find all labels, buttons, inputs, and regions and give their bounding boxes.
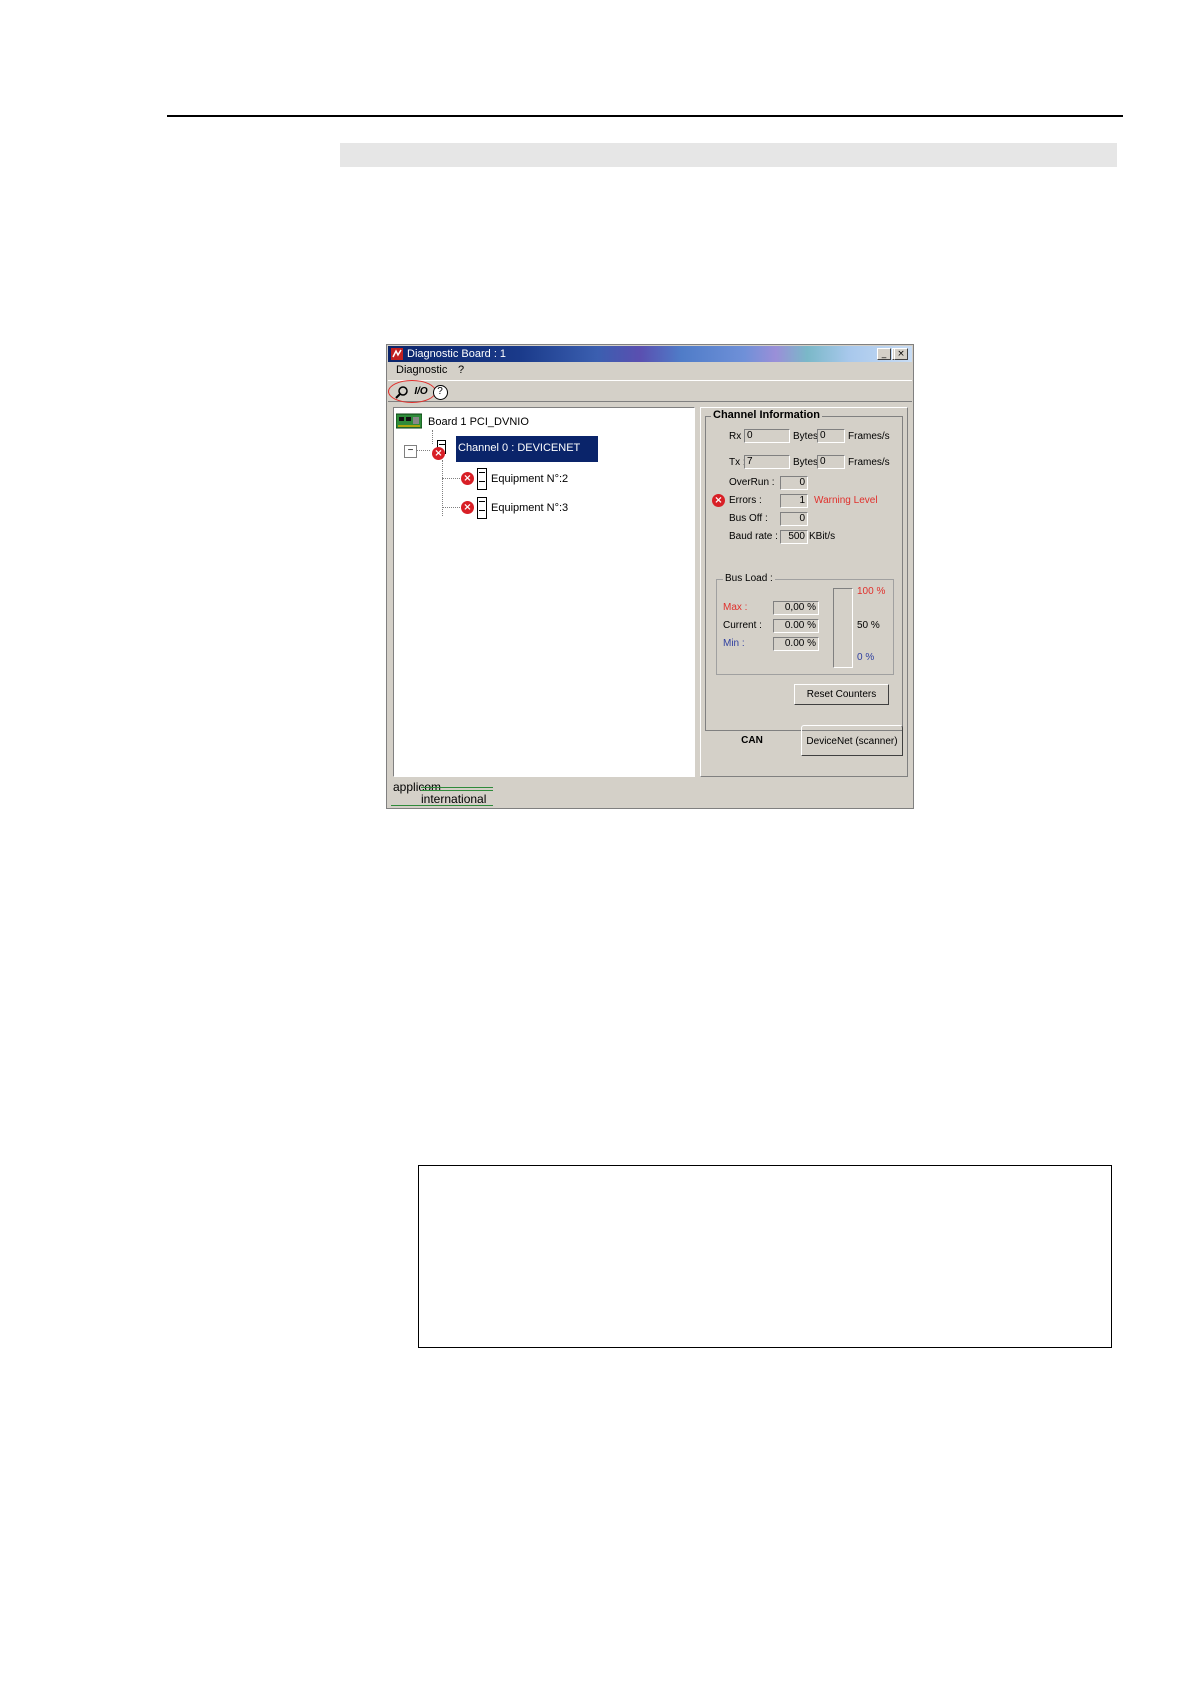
bus-off-field: 0 [780, 512, 808, 526]
logo-stripe [391, 805, 493, 806]
io-button[interactable]: I/O [412, 383, 430, 400]
baud-rate-label: Baud rate : [729, 531, 778, 542]
title-bar[interactable]: Diagnostic Board : 1 _ □ [388, 346, 912, 362]
logo-stripe [421, 790, 493, 791]
errors-field: 1 [780, 494, 808, 508]
channel-error-icon: × [432, 447, 445, 460]
menu-diagnostic[interactable]: Diagnostic [396, 364, 447, 376]
help-button[interactable]: ? [432, 383, 448, 400]
tree-equipment-3[interactable]: Equipment N°:3 [491, 502, 568, 514]
tree-connector [442, 478, 462, 479]
status-bar: applicom international [388, 781, 912, 807]
scale-bottom-label: 0 % [857, 652, 875, 663]
current-label: Current : [723, 620, 762, 631]
min-label: Min : [723, 638, 745, 649]
toolbar: I/O ? [388, 380, 912, 403]
collapse-toggle[interactable]: − [404, 445, 417, 458]
tx-frames-unit: Frames/s [848, 457, 890, 468]
tab-can[interactable]: CAN [705, 731, 799, 751]
overrun-label: OverRun : [729, 477, 775, 488]
tree-channel-label[interactable]: Channel 0 : DEVICENET [456, 436, 599, 462]
app-icon [391, 348, 403, 360]
equipment-icon [477, 497, 487, 519]
tab-devicenet-scanner[interactable]: DeviceNet (scanner) [801, 725, 903, 756]
min-field: 0.00 % [773, 637, 819, 651]
channel-panel: Channel Information Rx : 0 Bytes 0 Frame… [700, 407, 908, 777]
current-field: 0.00 % [773, 619, 819, 633]
menu-bar: Diagnostic ? [388, 363, 912, 379]
close-button[interactable]: × [894, 348, 908, 360]
note-box [418, 1165, 1112, 1348]
overrun-field: 0 [780, 476, 808, 490]
reset-counters-button[interactable]: Reset Counters [794, 684, 889, 705]
bus-off-label: Bus Off : [729, 513, 768, 524]
help-icon: ? [432, 385, 448, 400]
tree-connector [416, 450, 430, 451]
equipment-icon [477, 468, 487, 490]
max-label: Max : [723, 602, 748, 613]
bus-load-group: Bus Load : Max : 0,00 % Current : 0.00 %… [716, 573, 894, 675]
errors-label: Errors : [729, 495, 762, 506]
max-field: 0,00 % [773, 601, 819, 615]
device-tree: Board 1 PCI_DVNIO − × Channel 0 : DEVICE… [393, 407, 695, 777]
bus-load-bar [833, 588, 853, 668]
warning-level-text: Warning Level [814, 495, 878, 506]
tree-connector [442, 507, 462, 508]
rx-bytes-field: 0 [744, 429, 790, 443]
tree-equipment-2[interactable]: Equipment N°:2 [491, 473, 568, 485]
channel-information-group: Channel Information Rx : 0 Bytes 0 Frame… [705, 409, 903, 731]
page-top-rule [167, 115, 1123, 117]
scale-mid-label: 50 % [857, 620, 880, 631]
window-title: Diagnostic Board : 1 [407, 348, 507, 360]
board-icon [396, 413, 422, 429]
minimize-button[interactable]: _ [877, 348, 891, 360]
applicom-logo: applicom international [391, 781, 495, 807]
section-heading-band [340, 143, 1117, 167]
equipment-error-icon: × [461, 472, 474, 485]
bus-load-title: Bus Load : [723, 573, 775, 584]
errors-error-icon: × [712, 494, 725, 507]
baud-rate-unit: KBit/s [809, 531, 836, 542]
logo-stripe [421, 787, 493, 788]
tx-bytes-unit: Bytes [793, 457, 819, 468]
rx-frames-field: 0 [817, 429, 845, 443]
baud-rate-field: 500 [780, 530, 808, 544]
diagnostic-window: Diagnostic Board : 1 _ □ × Diagnostic ? … [386, 344, 914, 809]
magnifier-icon[interactable] [394, 383, 410, 400]
tx-bytes-field: 7 [744, 455, 790, 469]
scale-top-label: 100 % [857, 586, 886, 597]
menu-help[interactable]: ? [458, 364, 464, 376]
group-title: Channel Information [711, 409, 822, 421]
equipment-error-icon: × [461, 501, 474, 514]
rx-frames-unit: Frames/s [848, 431, 890, 442]
rx-bytes-unit: Bytes [793, 431, 819, 442]
tree-board-label[interactable]: Board 1 PCI_DVNIO [428, 416, 529, 428]
tx-frames-field: 0 [817, 455, 845, 469]
tree-connector [432, 430, 433, 444]
